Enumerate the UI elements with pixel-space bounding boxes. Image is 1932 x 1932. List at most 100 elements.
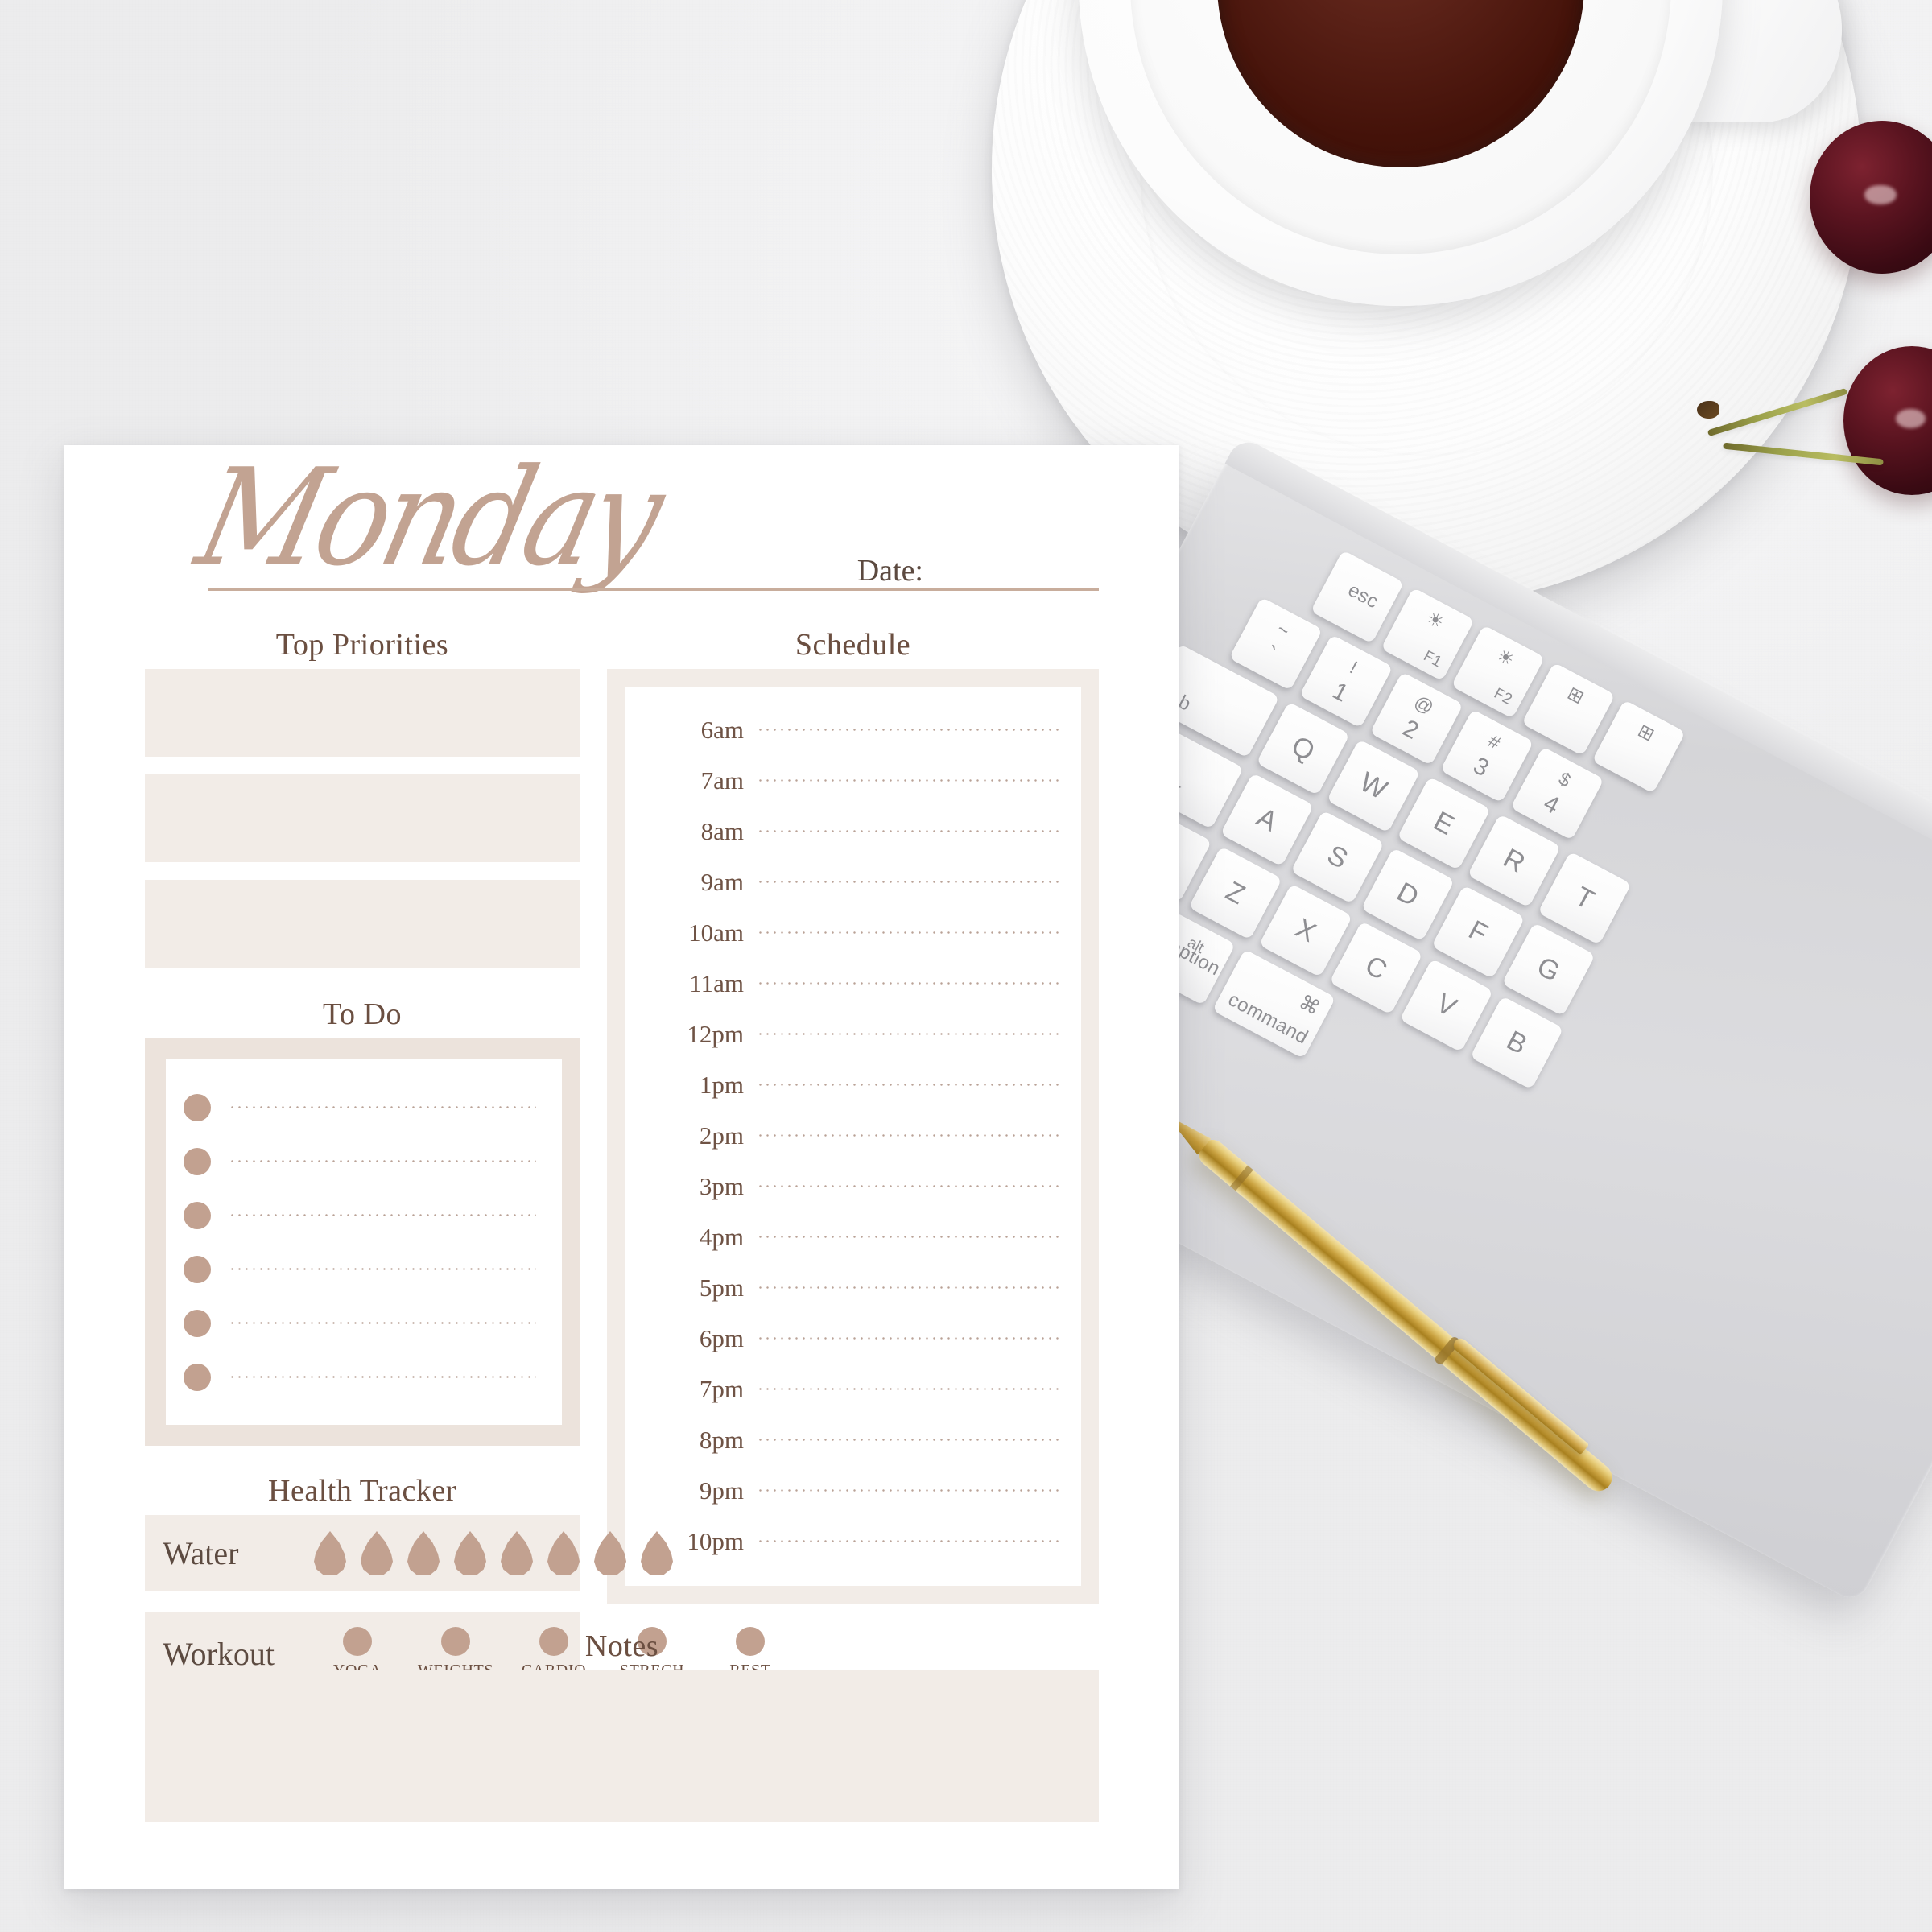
schedule-row[interactable]: 1pm — [641, 1059, 1062, 1110]
todo-row[interactable] — [175, 1350, 541, 1404]
water-label: Water — [163, 1534, 239, 1571]
schedule-row[interactable]: 7am — [641, 755, 1062, 806]
todo-bullet-icon[interactable] — [184, 1201, 211, 1229]
schedule-row[interactable]: 8pm — [641, 1414, 1062, 1465]
schedule-writing-line[interactable] — [757, 1236, 1062, 1238]
schedule-writing-line[interactable] — [757, 1134, 1062, 1137]
schedule-row[interactable]: 3pm — [641, 1161, 1062, 1212]
planner-sheet[interactable]: Monday Date: Top Priorities To Do Health… — [64, 440, 1179, 1889]
water-tracker-row: Water — [145, 1515, 673, 1591]
schedule-row[interactable]: 10pm — [641, 1516, 1062, 1567]
key-t[interactable]: T — [1538, 851, 1632, 946]
schedule-writing-line[interactable] — [757, 729, 1062, 731]
todo-row[interactable] — [175, 1242, 541, 1296]
todo-writing-line[interactable] — [229, 1322, 536, 1324]
priority-box-3[interactable] — [145, 880, 580, 968]
planner-columns: Top Priorities To Do Health Tracker Wate… — [145, 627, 1099, 1695]
todo-bullet-icon[interactable] — [184, 1363, 211, 1391]
schedule-row[interactable]: 6am — [641, 704, 1062, 755]
water-drop-icon[interactable] — [361, 1531, 393, 1575]
water-drop-icon[interactable] — [641, 1531, 673, 1575]
notes-title: Notes — [584, 1629, 659, 1663]
todo-bullet-icon[interactable] — [184, 1093, 211, 1121]
date-label: Date: — [857, 554, 923, 588]
expose-icon: ⊞ — [1634, 719, 1658, 745]
schedule-row[interactable]: 8am — [641, 806, 1062, 857]
key-b[interactable]: B — [1470, 996, 1564, 1090]
schedule-writing-line[interactable] — [757, 1489, 1062, 1492]
todo-writing-line[interactable] — [229, 1376, 536, 1378]
water-drop-icon[interactable] — [547, 1531, 580, 1575]
todo-bullet-icon[interactable] — [184, 1255, 211, 1283]
schedule-row[interactable]: 10am — [641, 907, 1062, 958]
schedule-writing-line[interactable] — [757, 982, 1062, 985]
cup-rim — [1130, 0, 1671, 254]
cherry-highlight — [1864, 184, 1897, 205]
header-rule — [208, 588, 1099, 591]
cherry-highlight — [1895, 408, 1926, 428]
schedule-row[interactable]: 9pm — [641, 1465, 1062, 1516]
notes-box[interactable] — [145, 1670, 1099, 1822]
todo-title: To Do — [322, 997, 402, 1031]
todo-inner — [166, 1059, 562, 1425]
schedule-row[interactable]: 5pm — [641, 1262, 1062, 1313]
schedule-writing-line[interactable] — [757, 1337, 1062, 1340]
priority-box-2[interactable] — [145, 774, 580, 862]
schedule-writing-line[interactable] — [757, 1084, 1062, 1086]
schedule-writing-line[interactable] — [757, 1033, 1062, 1035]
page-title: Monday — [184, 440, 672, 596]
schedule-writing-line[interactable] — [757, 1540, 1062, 1542]
key-4[interactable]: $4 — [1510, 746, 1604, 840]
key-g[interactable]: G — [1501, 923, 1596, 1017]
schedule-writing-line[interactable] — [757, 1185, 1062, 1187]
todo-writing-line[interactable] — [229, 1214, 536, 1216]
schedule-writing-line[interactable] — [757, 830, 1062, 832]
health-tracker-title: Health Tracker — [268, 1474, 456, 1508]
expose-icon: ⊞ — [1564, 682, 1588, 708]
todo-writing-line[interactable] — [229, 1160, 536, 1162]
schedule-writing-line[interactable] — [757, 931, 1062, 934]
top-priorities-section: Top Priorities — [145, 627, 580, 968]
schedule-row[interactable]: 11am — [641, 958, 1062, 1009]
schedule-writing-line[interactable] — [757, 1286, 1062, 1289]
schedule-row[interactable]: 12pm — [641, 1009, 1062, 1059]
top-priorities-title: Top Priorities — [275, 628, 449, 662]
priority-box-1[interactable] — [145, 669, 580, 757]
todo-frame — [145, 1038, 580, 1446]
cherry-stem-knot — [1697, 401, 1719, 419]
notes-section: Notes — [145, 1629, 1099, 1822]
todo-writing-line[interactable] — [229, 1268, 536, 1270]
schedule-row[interactable]: 2pm — [641, 1110, 1062, 1161]
schedule-row[interactable]: 7pm — [641, 1364, 1062, 1414]
todo-bullet-icon[interactable] — [184, 1309, 211, 1337]
pen-band — [1230, 1165, 1253, 1191]
command-icon: ⌘ — [1294, 990, 1323, 1021]
schedule-writing-line[interactable] — [757, 1388, 1062, 1390]
water-drop-icon[interactable] — [314, 1531, 346, 1575]
todo-bullet-icon[interactable] — [184, 1147, 211, 1175]
schedule-inner: 6am 7am 8am 9am 10am 11am 12pm 1pm 2pm 3… — [625, 687, 1081, 1586]
water-droplets — [314, 1531, 673, 1575]
planner-header: Monday Date: — [145, 440, 1099, 638]
right-column: Schedule 6am 7am 8am 9am 10am 11am 12pm … — [607, 627, 1099, 1695]
todo-section: To Do — [145, 997, 580, 1446]
todo-row[interactable] — [175, 1134, 541, 1188]
todo-row[interactable] — [175, 1188, 541, 1242]
water-drop-icon[interactable] — [501, 1531, 533, 1575]
water-drop-icon[interactable] — [594, 1531, 626, 1575]
water-drop-icon[interactable] — [407, 1531, 440, 1575]
schedule-title: Schedule — [795, 628, 911, 662]
todo-row[interactable] — [175, 1080, 541, 1134]
todo-writing-line[interactable] — [229, 1106, 536, 1108]
schedule-writing-line[interactable] — [757, 881, 1062, 883]
todo-row[interactable] — [175, 1296, 541, 1350]
key-f4[interactable]: ⊞ — [1591, 700, 1686, 794]
coffee-liquid — [1216, 0, 1585, 168]
schedule-row[interactable]: 9am — [641, 857, 1062, 907]
schedule-row[interactable]: 4pm — [641, 1212, 1062, 1262]
schedule-writing-line[interactable] — [757, 1439, 1062, 1441]
schedule-frame: 6am 7am 8am 9am 10am 11am 12pm 1pm 2pm 3… — [607, 669, 1099, 1604]
schedule-writing-line[interactable] — [757, 779, 1062, 782]
schedule-row[interactable]: 6pm — [641, 1313, 1062, 1364]
water-drop-icon[interactable] — [454, 1531, 486, 1575]
